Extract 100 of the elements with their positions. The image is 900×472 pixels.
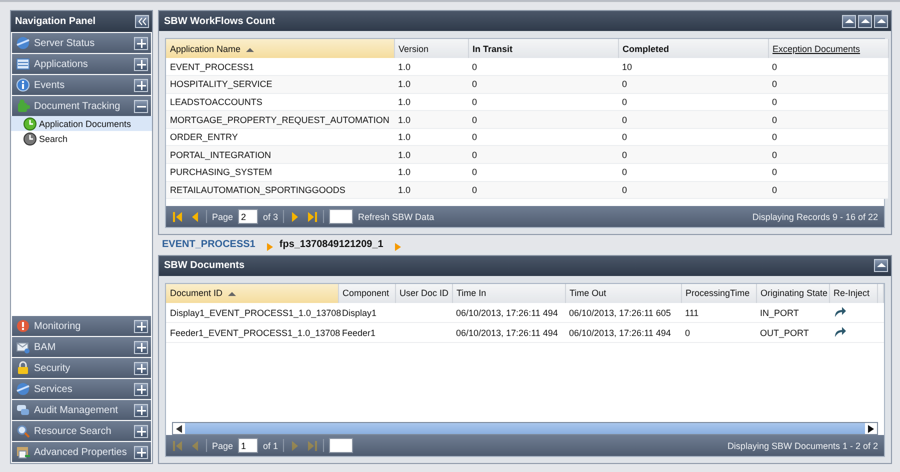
column-header[interactable]: ProcessingTime [681,284,756,303]
nav-section[interactable]: Monitoring [12,316,151,336]
search-icon [16,424,30,438]
table-cell: 0 [468,76,618,94]
column-header[interactable]: Time In [452,284,565,303]
page-size-field[interactable] [329,209,354,224]
triangle-icon [306,210,318,224]
expand-icon[interactable] [134,362,148,374]
last-page-button[interactable] [306,210,318,224]
table-cell: 0 [468,110,618,128]
column-header[interactable]: Exception Documents [768,39,888,58]
triangle-icon [267,243,274,252]
nav-section[interactable]: Resource Search [12,421,151,441]
globe-icon [16,382,30,396]
triangle-icon [395,243,402,252]
column-header[interactable]: Time Out [565,284,681,303]
expand-icon[interactable] [134,58,148,70]
page-input[interactable]: 2 [238,209,258,224]
expand-icon[interactable] [134,404,148,416]
table-cell: 1.0 [394,110,468,128]
sort-icon [226,290,237,296]
table-cell: 0 [768,76,888,94]
sort-icon [244,46,255,52]
nav-section[interactable]: Security [12,358,151,378]
tree-item[interactable]: Search [11,131,152,146]
page-count: of 3 [263,212,278,222]
nav-section[interactable]: Server Status [12,33,151,53]
panel-title: SBW WorkFlows Count [164,16,275,26]
table-cell: 1.0 [394,76,468,94]
table-cell: 0 [618,110,768,128]
table-cell: MORTGAGE_PROPERTY_REQUEST_AUTOMATION [166,110,394,128]
redo-icon[interactable] [833,326,847,338]
column-header[interactable]: Completed [618,39,768,58]
breadcrumb-link[interactable]: fps_1370849121209_1 [279,239,384,250]
expand-icon[interactable] [134,446,148,458]
table-cell: PURCHASING_SYSTEM [166,164,394,182]
nav-section[interactable]: Document Tracking [12,96,151,116]
puzzle-icon [16,99,30,113]
expand-icon[interactable] [134,78,148,92]
redo-icon[interactable] [833,306,847,318]
table-cell: 0 [468,181,618,199]
table-cell: Feeder1_EVENT_PROCESS1_1.0_13708 [166,322,338,343]
panel-title: SBW Documents [164,260,245,272]
expand-icon[interactable] [134,424,148,438]
clock-icon [23,132,37,146]
refresh-button[interactable]: Refresh SBW Data [358,212,434,222]
page-label: Page [212,440,234,450]
breadcrumb-link[interactable]: EVENT_PROCESS1 [162,239,256,250]
nav-section[interactable]: Services [12,379,151,399]
expand-icon[interactable] [134,382,148,396]
box-icon [16,445,30,459]
nav-section[interactable]: Applications [12,54,151,74]
column-header[interactable]: User Doc ID [395,284,452,303]
page-label: Page [212,212,234,222]
triangle-icon [306,438,318,452]
table-cell: 0 [681,322,756,343]
page-count: of 1 [263,440,278,450]
table-cell: 0 [768,181,888,199]
records-info: Displaying Records 9 - 16 of 22 [752,212,878,222]
table-cell: 06/10/2013, 17:26:11 494 [452,322,565,343]
tree-item[interactable]: Application Documents [11,116,152,131]
table-cell: 0 [468,164,618,182]
envelope-icon [16,340,30,354]
expand-icon[interactable] [134,320,148,332]
column-header[interactable]: Document ID [166,284,338,303]
nav-section[interactable]: BAM [12,337,151,357]
column-header[interactable]: In Transit [468,39,618,58]
scroll-left-icon[interactable] [176,424,182,432]
table-cell: RETAILAUTOMATION_SPORTINGGOODS [166,181,394,199]
expand-icon[interactable] [134,36,148,50]
page-input[interactable]: 1 [238,438,258,453]
nav-section[interactable]: Advanced Properties [12,442,151,462]
column-header[interactable]: Originating State [756,284,829,303]
column-header[interactable]: Application Name [166,39,394,58]
collapse-button[interactable] [874,259,888,272]
alert-icon [16,319,30,333]
list-icon [16,57,30,71]
column-header[interactable]: Version [394,39,468,58]
page-size-field[interactable] [329,438,354,453]
collapse-button[interactable] [842,14,856,28]
horizontal-scrollbar[interactable] [172,422,878,435]
table-cell: 1.0 [394,164,468,182]
table-cell: 0 [618,181,768,199]
first-page-button[interactable] [172,210,184,224]
collapse-icon[interactable] [134,100,148,112]
scroll-right-icon[interactable] [868,424,874,432]
table-cell: 06/10/2013, 17:26:11 494 [565,322,681,343]
column-header[interactable]: Component [338,284,395,303]
table-cell: 1.0 [394,181,468,199]
panel-title: Navigation Panel [15,16,96,27]
expand-icon[interactable] [134,340,148,354]
nav-section[interactable]: Audit Management [12,400,151,420]
records-info: Displaying SBW Documents 1 - 2 of 2 [727,440,878,450]
column-header[interactable]: Re-Inject [829,284,877,303]
collapse-panel-button[interactable] [135,15,149,28]
triangle-icon [172,438,184,452]
table-cell: HOSPITALITY_SERVICE [166,76,394,94]
table-cell: OUT_PORT [756,322,829,343]
nav-section[interactable]: Events [12,75,151,95]
globe-icon [16,36,30,50]
